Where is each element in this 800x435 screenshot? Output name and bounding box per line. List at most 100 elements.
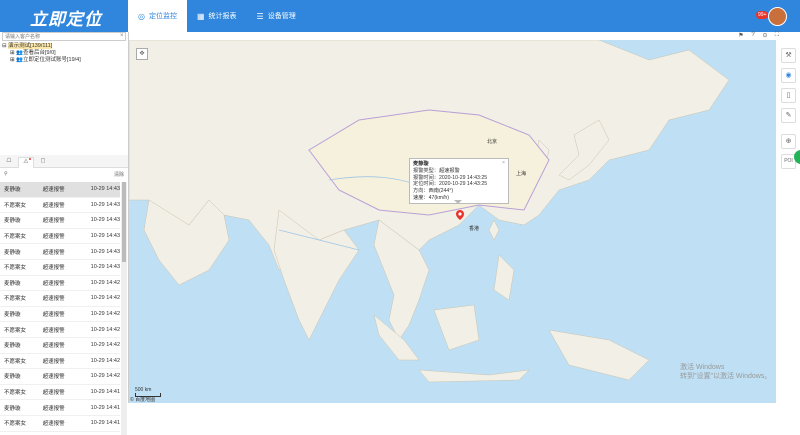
list-item[interactable]: 不愿案女超速报警10-29 14:42: [0, 291, 120, 307]
alarm-type: 超速报警: [43, 357, 87, 365]
alarm-type: 超速报警: [43, 216, 87, 224]
tree-root[interactable]: ⊟ 演示测试[139/111]: [2, 43, 81, 50]
location-icon: ◎: [138, 12, 145, 21]
alarm-name: 不愿案女: [0, 388, 43, 396]
popup-line: 方向：西南(244°): [413, 188, 505, 195]
popup-line: 速度：47(km/h): [413, 195, 505, 202]
chart-icon: ▦: [197, 12, 205, 21]
alarm-type: 超速报警: [43, 185, 87, 193]
alarm-type: 超速报警: [43, 248, 87, 256]
search-input[interactable]: [2, 32, 126, 41]
alarm-type: 超速报警: [43, 326, 87, 334]
ranging-icon[interactable]: ⚒: [781, 48, 796, 63]
alarm-type: 超速报警: [43, 341, 87, 349]
nav-statistics-report[interactable]: ▦ 统计报表: [187, 0, 247, 32]
tab-alarm[interactable]: ⚠: [18, 157, 34, 168]
list-item[interactable]: 不愿案女超速报警10-29 14:43: [0, 229, 120, 245]
alarm-time: 10-29 14:41: [87, 405, 120, 411]
list-item[interactable]: 麦静璇超速报警10-29 14:42: [0, 369, 120, 385]
app-header: 立即定位 ◎ 定位监控 ▦ 统计报表 ☰ 设备管理 99+: [0, 0, 800, 32]
filter-icon[interactable]: ⚲: [4, 171, 8, 177]
list-item[interactable]: 麦静璇超速报警10-29 14:42: [0, 307, 120, 323]
alarm-toolbar: ⚲ 清除: [0, 170, 128, 180]
alarm-type: 超速报警: [43, 263, 87, 271]
alarm-name: 不愿案女: [0, 357, 43, 365]
list-item[interactable]: 不愿案女超速报警10-29 14:43: [0, 198, 120, 214]
avatar[interactable]: [768, 7, 787, 26]
alarm-icon: ⚠: [23, 159, 28, 165]
flag-icon[interactable]: ⚑: [735, 32, 747, 39]
user-icon: 👥: [16, 50, 23, 56]
locate-icon[interactable]: ⊙: [759, 32, 771, 39]
scrollbar[interactable]: [121, 182, 127, 435]
close-icon[interactable]: ×: [502, 160, 505, 167]
map-toolbar: [129, 32, 800, 40]
alarm-time: 10-29 14:42: [87, 311, 120, 317]
nav-device-management[interactable]: ☰ 设备管理: [247, 0, 306, 32]
alarm-time: 10-29 14:42: [87, 327, 120, 333]
help-icon[interactable]: ?: [747, 32, 759, 39]
list-item[interactable]: 不愿案女超速报警10-29 14:41: [0, 416, 120, 432]
alarm-type: 超速报警: [43, 294, 87, 302]
map-side-toolbar: ⚒ ◉ ▯ ✎ ⊕ POI: [776, 40, 800, 403]
alarm-name: 麦静璇: [0, 341, 43, 349]
nav-label: 统计报表: [209, 11, 237, 21]
map-tools: ⚑ ? ⊙ ⛶: [735, 32, 783, 39]
alarm-name: 不愿案女: [0, 326, 43, 334]
map-graphic: [129, 40, 776, 403]
list-item[interactable]: 麦静璇超速报警10-29 14:42: [0, 276, 120, 292]
phone-icon[interactable]: ▯: [781, 88, 796, 103]
map-copyright: © 百度地图: [130, 396, 155, 403]
tree-node[interactable]: ⊞ 👥查看后台[9/0]: [2, 50, 81, 57]
alarm-type: 超速报警: [43, 404, 87, 412]
tree-node-label: 立即定位测试账号[19/4]: [23, 57, 81, 63]
list-item[interactable]: 麦静璇超速报警10-29 14:43: [0, 213, 120, 229]
fullscreen-icon[interactable]: ⛶: [771, 32, 783, 39]
notification-badge[interactable]: 99+: [756, 11, 768, 19]
list-item[interactable]: 麦静璇超速报警10-29 14:41: [0, 432, 120, 435]
edit-icon[interactable]: ✎: [781, 108, 796, 123]
alarm-time: 10-29 14:42: [87, 373, 120, 379]
city-label: 上海: [516, 170, 526, 177]
tree-root-label: 演示测试[139/111]: [8, 43, 52, 49]
popup-title: 麦静璇: [413, 161, 505, 168]
alarm-time: 10-29 14:43: [87, 202, 120, 208]
list-item[interactable]: 不愿案女超速报警10-29 14:42: [0, 322, 120, 338]
user-icon: 👥: [16, 57, 23, 63]
alarm-time: 10-29 14:42: [87, 280, 120, 286]
alarm-time: 10-29 14:41: [87, 420, 120, 426]
alarm-name: 不愿案女: [0, 263, 43, 271]
clear-icon[interactable]: ×: [120, 33, 124, 39]
alarm-name: 麦静璇: [0, 310, 43, 318]
location-marker-icon[interactable]: [456, 210, 464, 220]
list-item[interactable]: 麦静璇超速报警10-29 14:43: [0, 182, 120, 198]
zoom-icon[interactable]: ⊕: [781, 134, 796, 149]
alarm-type: 超速报警: [43, 201, 87, 209]
windows-watermark: 激活 Windows 转到"设置"以激活 Windows。: [680, 363, 771, 381]
alarm-time: 10-29 14:42: [87, 342, 120, 348]
map-canvas[interactable]: 北京 上海 香港: [129, 40, 776, 403]
alarm-time: 10-29 14:43: [87, 186, 120, 192]
watermark-line: 激活 Windows: [680, 363, 771, 372]
list-item[interactable]: 不愿案女超速报警10-29 14:41: [0, 385, 120, 401]
scrollbar-thumb[interactable]: [122, 182, 126, 262]
list-item[interactable]: 麦静璇超速报警10-29 14:42: [0, 338, 120, 354]
clear-alarms-button[interactable]: 清除: [114, 171, 124, 178]
alarm-type: 超速报警: [43, 388, 87, 396]
tree-node[interactable]: ⊞ 👥立即定位测试账号[19/4]: [2, 57, 81, 64]
alarm-type: 超速报警: [43, 232, 87, 240]
chrome-icon[interactable]: ◉: [781, 68, 796, 83]
nav-location-monitor[interactable]: ◎ 定位监控: [128, 0, 187, 32]
tree-node-label: 查看后台[9/0]: [23, 50, 56, 56]
customer-tree: ⊟ 演示测试[139/111] ⊞ 👥查看后台[9/0] ⊞ 👥立即定位测试账号…: [2, 43, 81, 64]
alarm-type: 超速报警: [43, 419, 87, 427]
list-item[interactable]: 不愿案女超速报警10-29 14:43: [0, 260, 120, 276]
list-item[interactable]: 不愿案女超速报警10-29 14:42: [0, 354, 120, 370]
alarm-time: 10-29 14:42: [87, 295, 120, 301]
watermark-line: 转到"设置"以激活 Windows。: [680, 372, 771, 381]
map-nav-control[interactable]: ✥: [136, 48, 148, 60]
tab-monitor[interactable]: ☖: [2, 157, 16, 167]
list-item[interactable]: 麦静璇超速报警10-29 14:43: [0, 244, 120, 260]
tab-other[interactable]: ◻: [36, 157, 50, 167]
alarm-name: 麦静璇: [0, 279, 43, 287]
